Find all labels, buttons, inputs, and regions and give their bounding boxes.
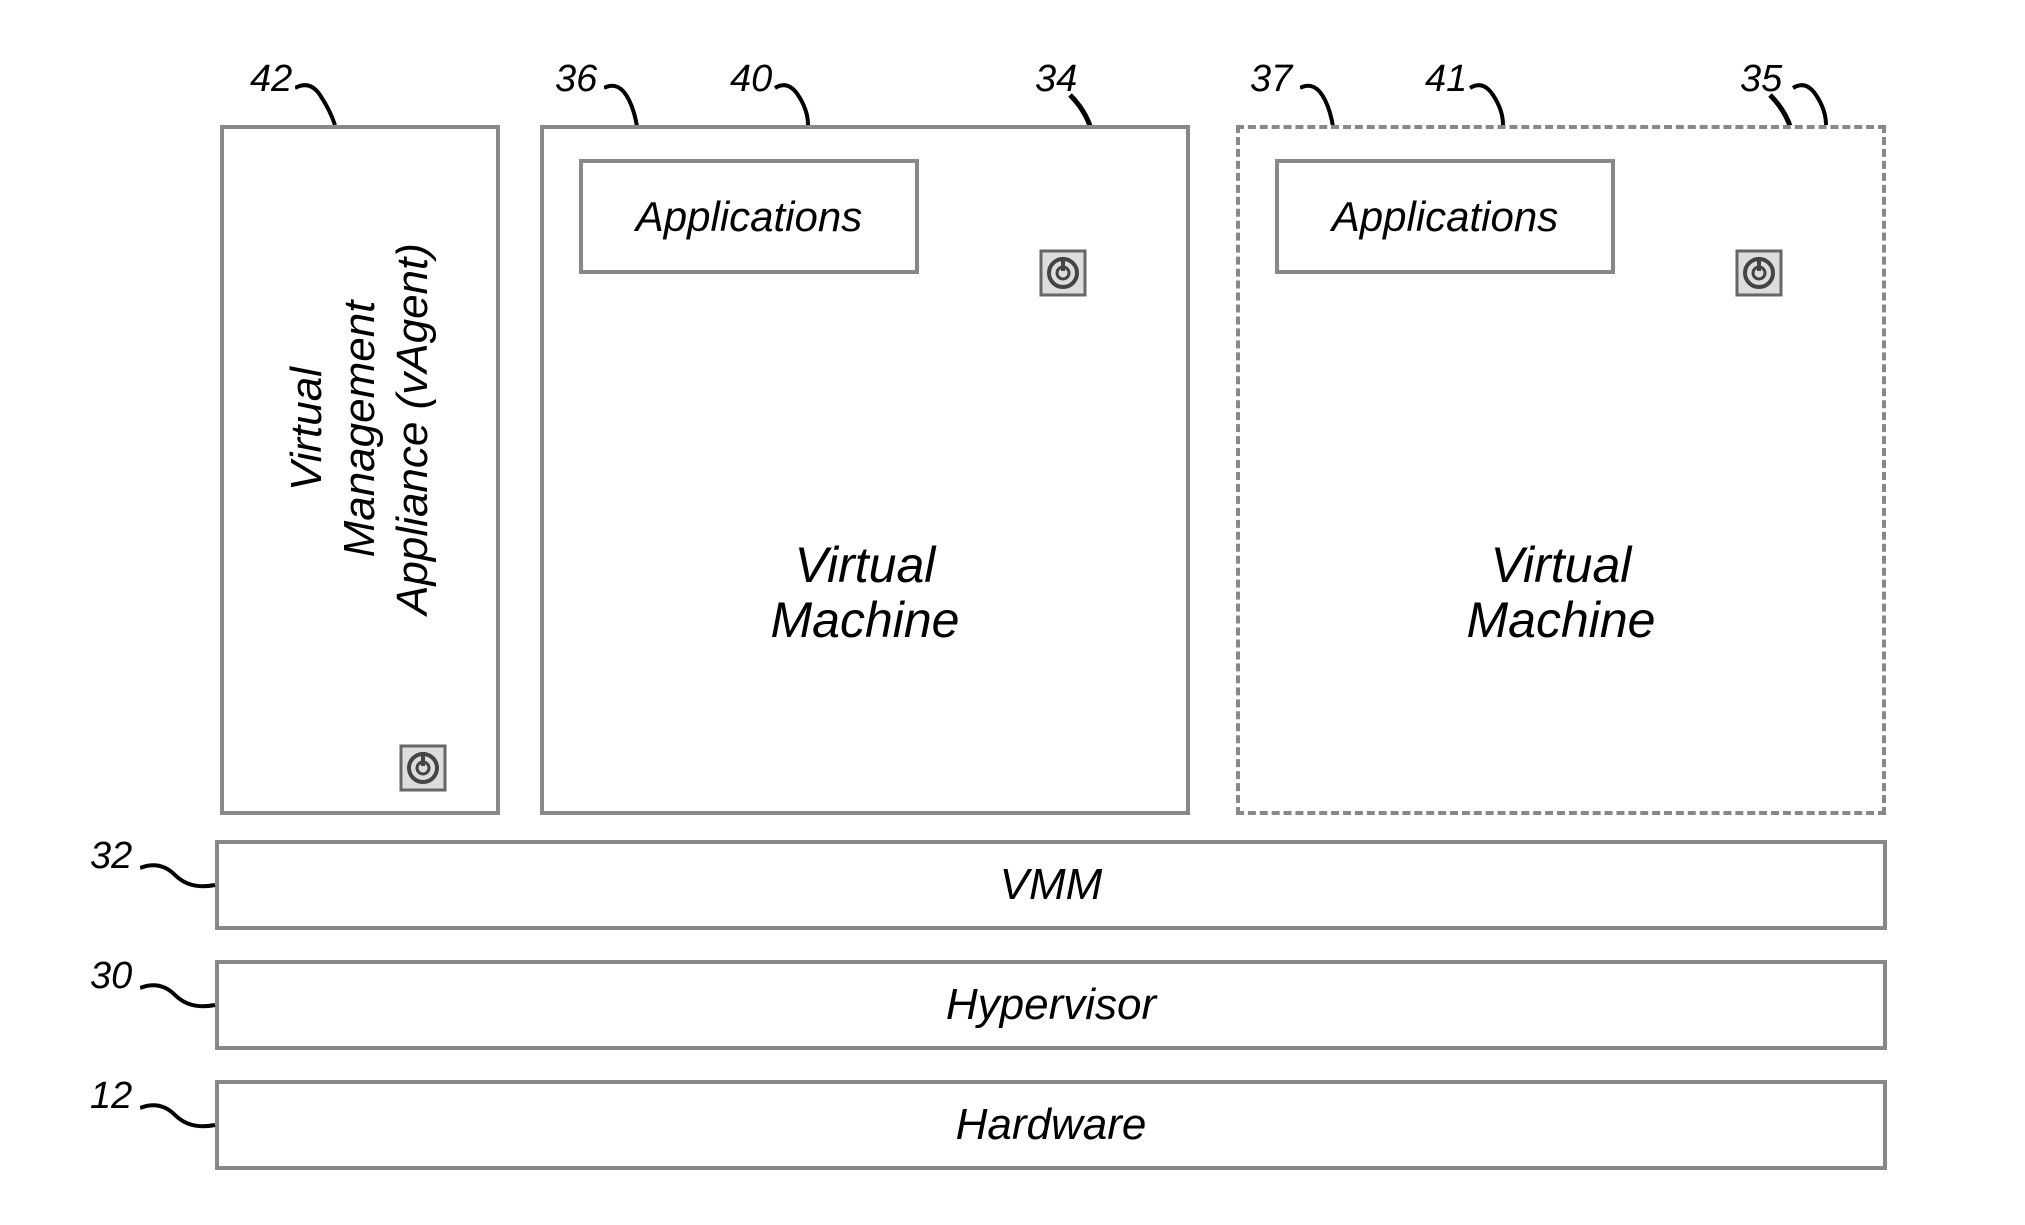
vm2-label-text: Virtual Machine bbox=[1467, 537, 1656, 648]
vmm-layer: VMM bbox=[215, 840, 1887, 930]
vm1-apps-label: Applications bbox=[636, 193, 862, 241]
vma-label-text: Virtual Management Appliance (vAgent) bbox=[282, 243, 437, 615]
hypervisor-layer: Hypervisor bbox=[215, 960, 1887, 1050]
vm1-apps-box: Applications bbox=[579, 159, 919, 274]
vmm-label: VMM bbox=[1000, 860, 1103, 910]
ref-42: 42 bbox=[250, 58, 292, 101]
vma-label: Virtual Management Appliance (vAgent) bbox=[281, 243, 439, 615]
power-icon-vma bbox=[399, 744, 447, 792]
ref-squiggle-30 bbox=[140, 980, 220, 1020]
ref-squiggle-40 bbox=[770, 80, 830, 130]
ref-37: 37 bbox=[1250, 58, 1292, 101]
ref-squiggle-12 bbox=[140, 1100, 220, 1140]
vm2-apps-box: Applications bbox=[1275, 159, 1615, 274]
ref-36: 36 bbox=[555, 58, 597, 101]
power-icon-vm1 bbox=[1039, 249, 1087, 297]
power-icon-vm2 bbox=[1735, 249, 1783, 297]
ref-30: 30 bbox=[90, 955, 132, 998]
vm1-label-text: Virtual Machine bbox=[771, 537, 960, 648]
vm1-box: Applications Virtual Machine bbox=[540, 125, 1190, 815]
hypervisor-label: Hypervisor bbox=[946, 980, 1156, 1030]
vm2-apps-label: Applications bbox=[1332, 193, 1558, 241]
vm1-label: Virtual Machine bbox=[771, 538, 960, 648]
vm2-box: Applications Virtual Machine bbox=[1236, 125, 1886, 815]
architecture-diagram: 42 36 40 34 37 41 35 Virtual Management … bbox=[50, 40, 1975, 1185]
ref-squiggle-41 bbox=[1465, 80, 1525, 130]
ref-40: 40 bbox=[730, 58, 772, 101]
ref-41: 41 bbox=[1425, 58, 1467, 101]
vm2-label: Virtual Machine bbox=[1467, 538, 1656, 648]
ref-squiggle-42 bbox=[295, 80, 355, 130]
hardware-layer: Hardware bbox=[215, 1080, 1887, 1170]
ref-12: 12 bbox=[90, 1075, 132, 1118]
hardware-label: Hardware bbox=[956, 1100, 1147, 1150]
vma-box: Virtual Management Appliance (vAgent) bbox=[220, 125, 500, 815]
ref-32: 32 bbox=[90, 835, 132, 878]
ref-squiggle-32 bbox=[140, 860, 220, 900]
